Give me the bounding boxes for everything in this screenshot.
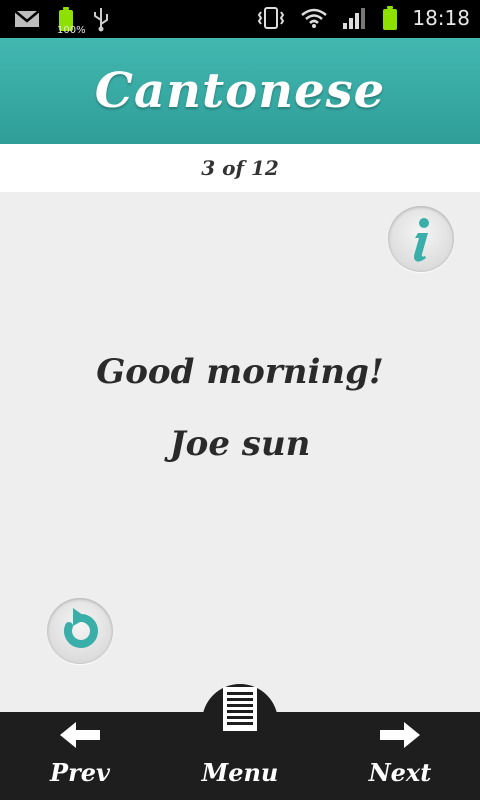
card-counter: 3 of 12 xyxy=(201,156,279,180)
gmail-icon xyxy=(14,10,40,27)
battery-percent: 100% xyxy=(57,25,86,36)
right-arrow-icon xyxy=(380,722,420,748)
reset-button[interactable] xyxy=(47,598,113,664)
info-button[interactable] xyxy=(388,206,454,272)
status-right: 18:18 xyxy=(256,6,470,30)
signal-icon xyxy=(343,8,366,29)
app-title: Cantonese xyxy=(94,63,386,119)
app-header: Cantonese xyxy=(0,38,480,144)
status-bar: 100% 18:18 xyxy=(0,0,480,38)
prev-button[interactable]: Prev xyxy=(30,712,130,800)
battery-icon: 100% xyxy=(57,7,86,36)
left-arrow-icon xyxy=(60,722,100,748)
next-label: Next xyxy=(368,758,432,787)
cantonese-phrase: Joe sun xyxy=(169,424,311,464)
menu-label: Menu xyxy=(201,758,279,787)
flashcard[interactable]: Good morning! Joe sun xyxy=(0,192,480,712)
card-counter-strip: 3 of 12 xyxy=(0,144,480,192)
reset-icon xyxy=(64,608,98,648)
status-left: 100% xyxy=(14,6,110,36)
status-time: 18:18 xyxy=(412,6,470,30)
bottom-nav: Prev Menu Next xyxy=(0,687,480,800)
zigzag-edge xyxy=(0,186,480,192)
battery-icon xyxy=(382,6,398,30)
english-phrase: Good morning! xyxy=(96,352,384,392)
menu-button[interactable]: Menu xyxy=(180,687,300,800)
wifi-icon xyxy=(301,8,328,28)
info-icon xyxy=(414,218,429,262)
menu-list-icon xyxy=(223,687,257,731)
next-button[interactable]: Next xyxy=(350,712,450,800)
usb-icon xyxy=(94,8,108,32)
prev-label: Prev xyxy=(50,758,110,787)
vibrate-icon xyxy=(258,7,285,29)
